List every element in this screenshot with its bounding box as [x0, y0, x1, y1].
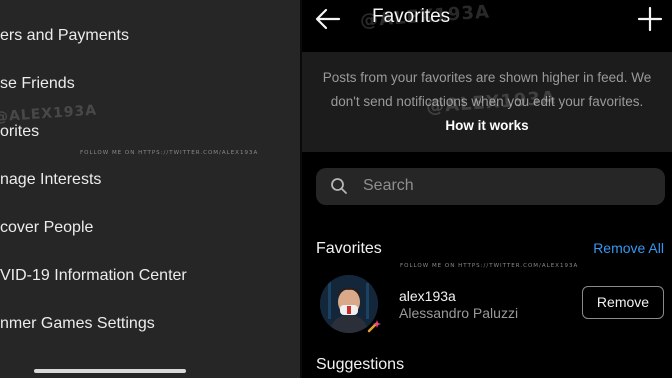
search-input[interactable]: Search [316, 168, 665, 205]
remove-button[interactable]: Remove [582, 286, 664, 319]
how-it-works-link[interactable]: How it works [445, 118, 528, 133]
favorite-username[interactable]: alex193a [399, 288, 456, 304]
plus-icon [637, 6, 663, 32]
arrow-left-icon [315, 8, 341, 30]
sparkle-badge-icon [367, 320, 381, 333]
info-banner: Posts from your favorites are shown high… [302, 52, 672, 152]
favorite-full-name: Alessandro Paluzzi [399, 305, 519, 321]
menu-item-orders-and-payments[interactable]: ers and Payments [0, 21, 129, 51]
favorites-screen: Favorites @ALEX193A Posts from your favo… [302, 0, 672, 378]
watermark-handle: @ALEX193A [0, 102, 98, 126]
search-icon [331, 178, 347, 194]
favorites-heading: Favorites [316, 240, 382, 257]
watermark-follow-text: FOLLOW ME ON HTTPS://TWITTER.COM/ALEX193… [80, 150, 259, 156]
menu-item-manage-interests[interactable]: nage Interests [0, 165, 101, 195]
search-placeholder: Search [363, 177, 414, 194]
menu-item-close-friends[interactable]: se Friends [0, 69, 75, 99]
add-favorite-button[interactable] [636, 5, 664, 33]
menu-item-summer-games-settings[interactable]: nmer Games Settings [0, 309, 155, 339]
suggestions-heading: Suggestions [316, 356, 405, 373]
remove-all-button[interactable]: Remove All [593, 240, 664, 256]
watermark-follow-text-right: FOLLOW ME ON HTTPS://TWITTER.COM/ALEX193… [400, 263, 579, 269]
menu-item-discover-people[interactable]: cover People [0, 213, 93, 243]
back-button[interactable] [314, 6, 342, 32]
home-indicator[interactable] [34, 369, 186, 373]
menu-item-covid-19-information-center[interactable]: VID-19 Information Center [0, 261, 187, 291]
settings-menu-panel: ers and Payments se Friends orites nage … [0, 0, 300, 378]
